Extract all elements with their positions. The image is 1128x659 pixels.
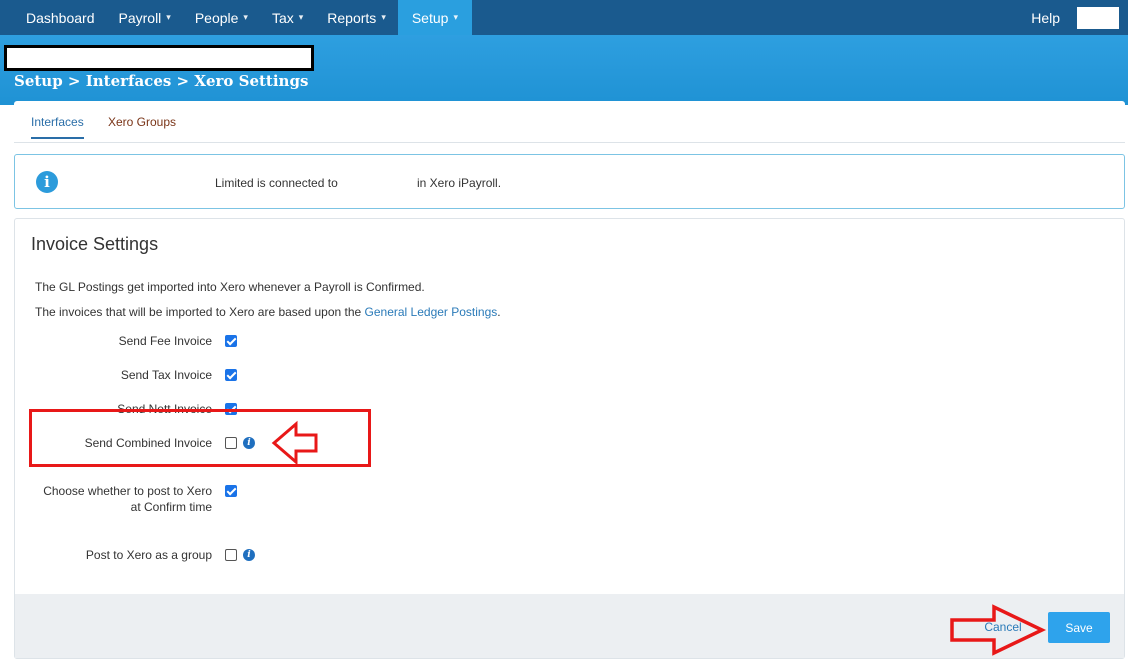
user-menu-redacted[interactable] xyxy=(1077,6,1119,29)
chevron-down-icon: ▾ xyxy=(381,12,386,22)
tab-xero-groups[interactable]: Xero Groups xyxy=(108,115,176,137)
post-as-group-label: Post to Xero as a group xyxy=(85,548,212,562)
nav-reports[interactable]: Reports ▾ xyxy=(315,0,398,35)
description-line2-suffix: . xyxy=(497,305,501,319)
send-fee-invoice-checkbox[interactable] xyxy=(225,335,237,347)
alert-text-part2: in Xero iPayroll. xyxy=(417,176,502,190)
send-tax-invoice-label: Send Tax Invoice xyxy=(120,368,212,382)
help-link[interactable]: Help xyxy=(1031,10,1060,26)
post-at-confirm-label-line2: at Confirm time xyxy=(130,500,212,514)
tabs-bar: Interfaces Xero Groups xyxy=(14,101,1125,143)
nav-dashboard-label: Dashboard xyxy=(26,9,95,26)
nav-right-group: Help xyxy=(1031,0,1128,35)
breadcrumb: Setup > Interfaces > Xero Settings xyxy=(14,72,309,90)
post-at-confirm-label-line1: Choose whether to post to Xero xyxy=(43,484,212,498)
alert-text-part1: Limited is connected to xyxy=(215,176,338,190)
post-at-confirm-checkbox[interactable] xyxy=(225,485,237,497)
tab-interfaces[interactable]: Interfaces xyxy=(31,115,84,139)
chevron-down-icon: ▾ xyxy=(453,12,458,22)
nav-payroll-label: Payroll xyxy=(118,9,162,26)
company-name-redacted xyxy=(4,45,314,71)
annotation-arrow-left-icon xyxy=(271,420,318,466)
nav-payroll[interactable]: Payroll ▾ xyxy=(107,0,183,35)
description-line1: The GL Postings get imported into Xero w… xyxy=(35,280,425,294)
annotation-arrow-right-icon xyxy=(950,604,1047,656)
info-icon: i xyxy=(36,171,58,193)
description-line2-prefix: The invoices that will be imported to Xe… xyxy=(35,305,365,319)
top-navigation: Dashboard Payroll ▾ People ▾ Tax ▾ Reports ▾… xyxy=(0,0,1128,35)
nav-dashboard[interactable]: Dashboard xyxy=(0,0,107,35)
send-fee-invoice-label: Send Fee Invoice xyxy=(118,334,212,348)
nav-reports-label: Reports xyxy=(327,9,377,26)
chevron-down-icon: ▾ xyxy=(243,12,248,22)
general-ledger-postings-link[interactable]: General Ledger Postings xyxy=(365,305,498,319)
connection-alert: i Limited is connected to in Xero iPayro… xyxy=(14,154,1125,209)
nav-tax[interactable]: Tax ▾ xyxy=(260,0,315,35)
post-as-group-checkbox[interactable] xyxy=(225,549,237,561)
nav-tax-label: Tax xyxy=(271,9,294,26)
chevron-down-icon: ▾ xyxy=(298,12,304,22)
panel-title: Invoice Settings xyxy=(31,234,159,254)
save-button[interactable]: Save xyxy=(1048,612,1110,643)
nav-setup-label: Setup xyxy=(411,9,449,26)
nav-people[interactable]: People ▾ xyxy=(183,0,260,35)
nav-setup[interactable]: Setup ▾ xyxy=(397,0,472,35)
info-icon[interactable]: i xyxy=(243,549,255,561)
description-line2: The invoices that will be imported to Xe… xyxy=(35,305,501,319)
post-at-confirm-label: Choose whether to post to Xero at Confirm… xyxy=(43,483,212,515)
chevron-down-icon: ▾ xyxy=(166,12,171,22)
send-tax-invoice-checkbox[interactable] xyxy=(225,369,237,381)
nav-people-label: People xyxy=(194,9,239,26)
